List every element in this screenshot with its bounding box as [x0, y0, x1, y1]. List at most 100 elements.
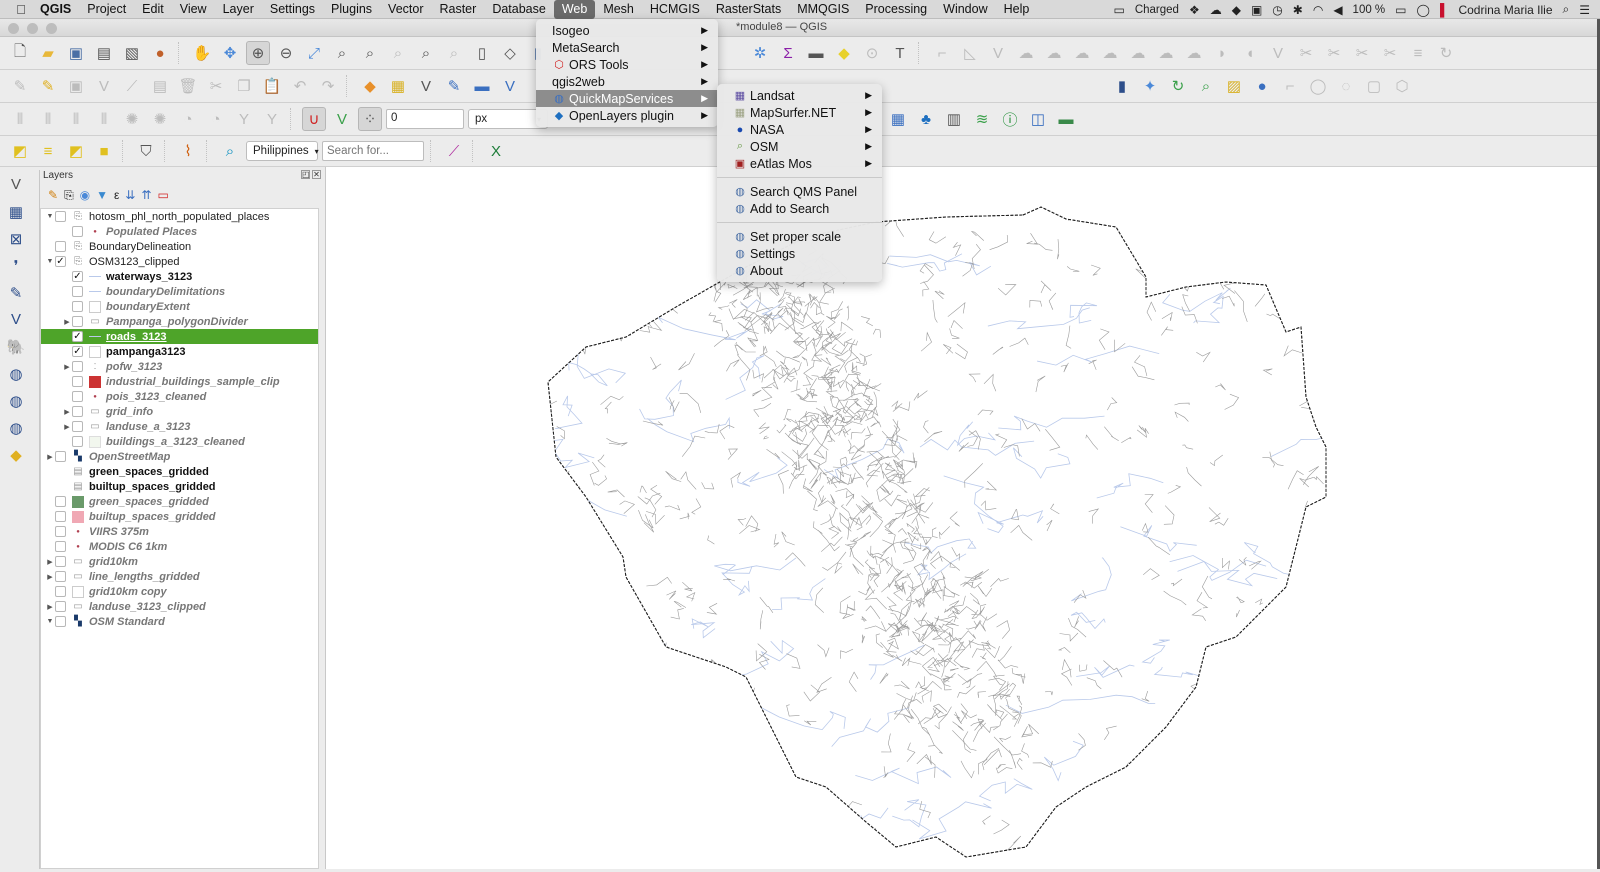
qms-item-about[interactable]: ◍ About: [717, 262, 882, 279]
label-icon-1[interactable]: ✺: [120, 107, 144, 131]
snapping-tolerance-input[interactable]: 0: [386, 109, 464, 129]
add-postgis-icon[interactable]: 🐘: [4, 335, 28, 358]
plugin-reload-icon[interactable]: ↻: [1166, 74, 1190, 98]
notification-center-icon[interactable]: ☰: [1579, 3, 1590, 17]
digitize-icon-14[interactable]: ✂: [1294, 41, 1318, 65]
expand-arrow-icon[interactable]: ▶: [45, 603, 55, 611]
network-icon[interactable]: ♣: [914, 107, 938, 131]
web-menu-item-qgis2web[interactable]: qgis2web ▶: [536, 73, 718, 90]
label-icon-6[interactable]: Y: [260, 107, 284, 131]
layer-visibility-checkbox[interactable]: [72, 436, 83, 447]
shape-tool-icon-5[interactable]: ⬡: [1390, 74, 1414, 98]
new-project-icon[interactable]: 🗋: [8, 41, 32, 65]
add-group-icon[interactable]: ⎘: [64, 188, 74, 203]
digitize-icon-8[interactable]: ☁: [1126, 41, 1150, 65]
align-icon-2[interactable]: ⫴: [36, 107, 60, 131]
menu-raster[interactable]: Raster: [431, 0, 484, 19]
collapse-arrow-icon[interactable]: ▼: [45, 618, 55, 625]
layer-row[interactable]: ▼ ⎘ hotosm_phl_north_populated_places: [41, 209, 318, 224]
map-tips-icon[interactable]: ◆: [832, 41, 856, 65]
new-virtual-layer-icon[interactable]: V: [498, 74, 522, 98]
plugin-point-icon[interactable]: ●: [1250, 74, 1274, 98]
layer-row[interactable]: ▶ ▭ grid_info: [41, 404, 318, 419]
digitize-icon-10[interactable]: ☁: [1182, 41, 1206, 65]
cut-features-icon[interactable]: ✂: [204, 74, 228, 98]
digitize-icon-7[interactable]: ☁: [1098, 41, 1122, 65]
layer-visibility-checkbox[interactable]: [55, 556, 66, 567]
add-virtual-layer-icon[interactable]: V: [4, 308, 28, 331]
pan-to-selection-icon[interactable]: ✥: [218, 41, 242, 65]
layers-stack-icon[interactable]: ≋: [970, 107, 994, 131]
layer-row[interactable]: buildings_a_3123_cleaned: [41, 434, 318, 449]
layer-visibility-checkbox[interactable]: ✓: [72, 346, 83, 357]
menu-view[interactable]: View: [172, 0, 215, 19]
digitize-icon-5[interactable]: ☁: [1042, 41, 1066, 65]
filter-expression-icon[interactable]: ε: [114, 188, 119, 202]
digitize-icon-1[interactable]: ⌐: [930, 41, 954, 65]
layer-visibility-checkbox[interactable]: [55, 451, 66, 462]
zoom-to-layer-icon[interactable]: ⌕: [358, 41, 382, 65]
user-name[interactable]: Codrina Maria Ilie: [1458, 3, 1552, 17]
layer-visibility-checkbox[interactable]: [55, 211, 66, 222]
layer-visibility-checkbox[interactable]: [55, 541, 66, 552]
help-book-icon[interactable]: ▮: [1110, 74, 1134, 98]
layer-visibility-checkbox[interactable]: ✓: [72, 271, 83, 282]
qms-item-settings[interactable]: ◍ Settings: [717, 245, 882, 262]
layer-row[interactable]: ▶ ⁚ pofw_3123: [41, 359, 318, 374]
zoom-to-selection-icon[interactable]: ⌕: [330, 41, 354, 65]
country-select[interactable]: Philippines ▾: [246, 141, 319, 161]
select-features-icon[interactable]: ◩: [8, 139, 32, 163]
add-mesh-layer-icon[interactable]: ⊠: [4, 227, 28, 250]
wifi-icon[interactable]: ◠: [1313, 3, 1323, 17]
label-icon-3[interactable]: ◔: [176, 107, 200, 131]
shape-tool-icon-2[interactable]: ◯: [1306, 74, 1330, 98]
minimize-window-button[interactable]: [27, 23, 38, 34]
layer-row[interactable]: builtup_spaces_gridded: [41, 509, 318, 524]
layer-row[interactable]: green_spaces_gridded: [41, 494, 318, 509]
layer-row[interactable]: ▼ ✓ ⎘ OSM3123_clipped: [41, 254, 318, 269]
identify-icon[interactable]: ⊙: [860, 41, 884, 65]
chart-plot-icon[interactable]: ⟋: [442, 139, 466, 163]
layer-row[interactable]: ▶ ▚ OpenStreetMap: [41, 449, 318, 464]
layer-row[interactable]: ▶ ▭ grid10km: [41, 554, 318, 569]
attribute-table-icon[interactable]: ≡: [36, 139, 60, 163]
style-manager-icon[interactable]: ●: [148, 41, 172, 65]
plugin-icon-1[interactable]: ✦: [1138, 74, 1162, 98]
swipe-icon[interactable]: ◫: [1026, 107, 1050, 131]
add-raster-layer-icon[interactable]: ▦: [4, 200, 28, 223]
zoom-in-icon[interactable]: ⊕: [246, 41, 270, 65]
digitize-icon-9[interactable]: ☁: [1154, 41, 1178, 65]
redo-icon[interactable]: ↷: [316, 74, 340, 98]
layer-visibility-checkbox[interactable]: [55, 241, 66, 252]
map-split-icon[interactable]: ▬: [1054, 107, 1078, 131]
plugin-search-icon[interactable]: ⌕: [1194, 74, 1218, 98]
add-wms-icon[interactable]: ◍: [4, 362, 28, 385]
paste-features-icon[interactable]: 📋: [260, 74, 284, 98]
align-icon-3[interactable]: ⫴: [64, 107, 88, 131]
layer-row[interactable]: ▶ ▭ line_lengths_gridded: [41, 569, 318, 584]
expand-arrow-icon[interactable]: ▶: [62, 318, 72, 326]
layer-row[interactable]: ▤ green_spaces_gridded: [41, 464, 318, 479]
digitize-icon-4[interactable]: ☁: [1014, 41, 1038, 65]
layer-row[interactable]: ● MODIS C6 1km: [41, 539, 318, 554]
layer-visibility-checkbox[interactable]: ✓: [72, 331, 83, 342]
zoom-last-icon[interactable]: ⌕: [414, 41, 438, 65]
geocoder-search-icon[interactable]: ⌕: [218, 139, 242, 163]
web-menu-item-ors-tools[interactable]: ⬡ ORS Tools ▶: [536, 56, 718, 73]
zoom-window-button[interactable]: [46, 23, 57, 34]
menu-processing[interactable]: Processing: [857, 0, 935, 19]
layer-row[interactable]: boundaryDelimitations: [41, 284, 318, 299]
collapse-arrow-icon[interactable]: ▼: [45, 213, 55, 220]
remove-layer-icon[interactable]: ▭: [158, 188, 169, 202]
layer-row[interactable]: grid10km copy: [41, 584, 318, 599]
layer-row[interactable]: ✓ pampanga3123: [41, 344, 318, 359]
menu-mmqgis[interactable]: MMQGIS: [789, 0, 857, 19]
digitize-icon-11[interactable]: ◗: [1210, 41, 1234, 65]
menu-web[interactable]: Web: [553, 0, 596, 19]
qms-item-search-qms-panel[interactable]: ◍ Search QMS Panel: [717, 183, 882, 200]
digitize-icon-2[interactable]: ◺: [958, 41, 982, 65]
add-xyz-icon[interactable]: ◍: [4, 389, 28, 412]
text-annotation-icon[interactable]: T: [888, 41, 912, 65]
new-geopackage-icon[interactable]: ▦: [386, 74, 410, 98]
excel-export-icon[interactable]: X: [484, 139, 508, 163]
